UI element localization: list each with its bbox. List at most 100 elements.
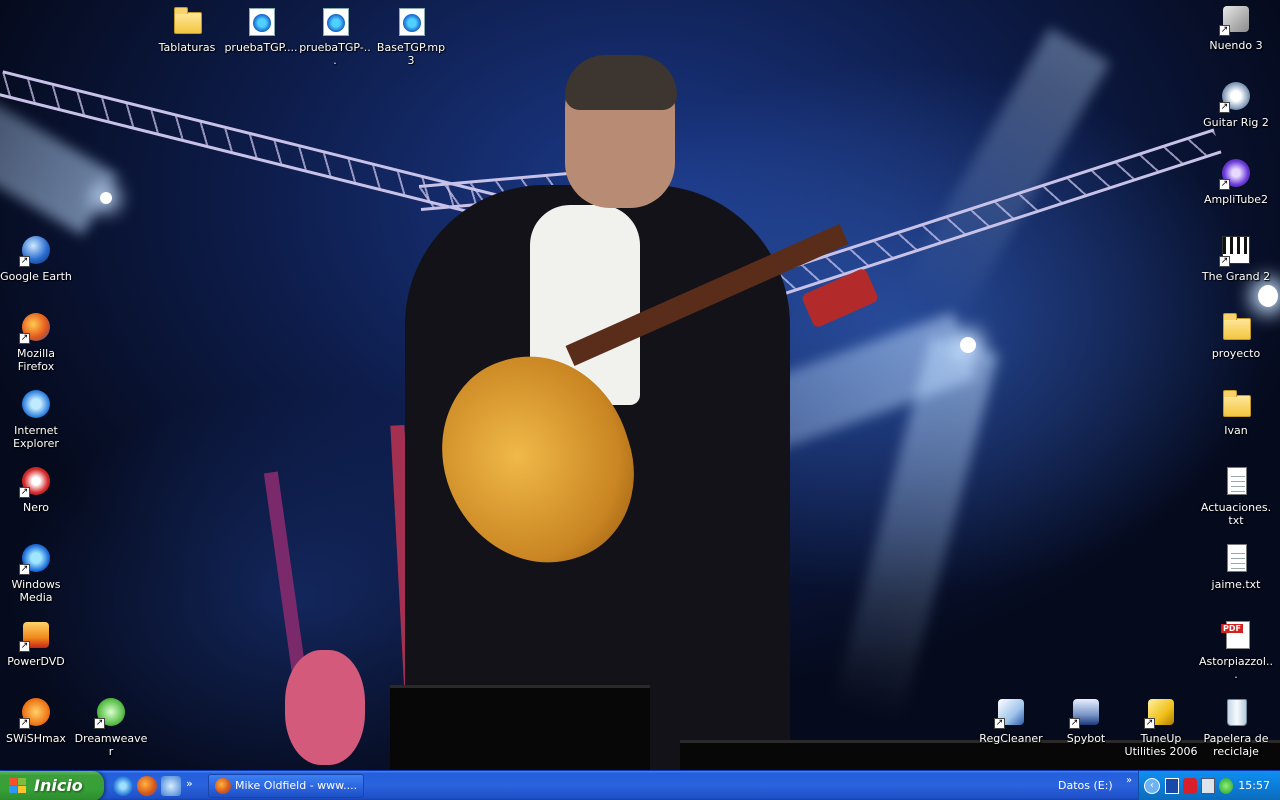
desktop-icon-basetgp[interactable]: BaseTGP.mp3 xyxy=(374,4,448,67)
window-title: Mike Oldfield - www.... xyxy=(235,779,358,792)
icon-label: SWiSHmax xyxy=(6,732,66,745)
desktop-icon-powerdvd[interactable]: ↗ PowerDVD xyxy=(0,618,73,668)
shortcut-arrow-icon: ↗ xyxy=(19,641,30,652)
text-file-icon xyxy=(1227,544,1247,572)
stage-light xyxy=(100,192,112,204)
icon-label: Mozilla Firefox xyxy=(17,347,55,373)
desktop-icon-dreamweaver[interactable]: ↗ Dreamweaver xyxy=(74,695,148,758)
start-label: Inicio xyxy=(34,776,83,795)
icon-label: Windows Media xyxy=(11,578,61,604)
shortcut-arrow-icon: ↗ xyxy=(19,564,30,575)
desktop-icon-regcleaner[interactable]: ↗ RegCleaner xyxy=(974,695,1048,745)
icon-label: Dreamweaver xyxy=(74,732,148,758)
icon-label: Actuaciones.txt xyxy=(1200,501,1272,527)
tray-expand-button[interactable]: ‹ xyxy=(1144,778,1160,794)
media-file-icon xyxy=(399,8,425,36)
desktop-icon-actuaciones[interactable]: Actuaciones.txt xyxy=(1199,464,1273,527)
quicklaunch-firefox-icon[interactable] xyxy=(137,776,157,796)
desktop-icon-pruebatgp-1[interactable]: pruebaTGP.... xyxy=(224,4,298,54)
shortcut-arrow-icon: ↗ xyxy=(1219,179,1230,190)
icon-label: Guitar Rig 2 xyxy=(1203,116,1269,129)
stage-light xyxy=(1258,285,1278,307)
desktop-icon-tablaturas[interactable]: Tablaturas xyxy=(150,4,224,54)
icon-label: BaseTGP.mp3 xyxy=(376,41,446,67)
shortcut-arrow-icon: ↗ xyxy=(1219,25,1230,36)
quicklaunch-ie-icon[interactable] xyxy=(113,776,133,796)
desktop-icon-astorpiazzola[interactable]: PDF Astorpiazzol... xyxy=(1199,618,1273,681)
folder-icon xyxy=(1223,313,1251,340)
desktop-icon-tuneup[interactable]: ↗ TuneUp Utilities 2006 xyxy=(1124,695,1198,758)
desktop-icon-internet-explorer[interactable]: Internet Explorer xyxy=(0,387,73,450)
performer-hair xyxy=(565,55,677,110)
icon-label: Tablaturas xyxy=(158,41,216,54)
stage-monitor xyxy=(390,685,650,770)
desktop-icon-swishmax[interactable]: ↗ SWiSHmax xyxy=(0,695,73,745)
desktop-icon-proyecto[interactable]: proyecto xyxy=(1199,310,1273,360)
system-tray: ‹ 15:57 xyxy=(1138,771,1280,800)
shortcut-arrow-icon: ↗ xyxy=(1144,718,1155,729)
icon-label: Ivan xyxy=(1224,424,1248,437)
icon-label: RegCleaner xyxy=(979,732,1043,745)
quicklaunch-outlook-icon[interactable] xyxy=(161,776,181,796)
desktop-icon-google-earth[interactable]: ↗ Google Earth xyxy=(0,233,73,283)
quicklaunch-more-button[interactable]: » xyxy=(186,777,193,790)
taskbar: Inicio » Mike Oldfield - www.... Datos (… xyxy=(0,770,1280,800)
icon-label: proyecto xyxy=(1211,347,1261,360)
taskbar-window-button[interactable]: Mike Oldfield - www.... xyxy=(208,774,364,798)
start-button[interactable]: Inicio xyxy=(0,771,104,800)
icon-label: Nuendo 3 xyxy=(1209,39,1263,52)
windows-logo-icon xyxy=(9,778,27,794)
desktop-icon-ivan[interactable]: Ivan xyxy=(1199,387,1273,437)
desktop-icon-nero[interactable]: ↗ Nero xyxy=(0,464,73,514)
stage-light xyxy=(960,337,976,353)
tray-monitor-icon[interactable] xyxy=(1201,778,1215,794)
internet-explorer-icon xyxy=(22,390,50,418)
desktop-icon-spybot[interactable]: ↗ Spybot xyxy=(1049,695,1123,745)
icon-label: AmpliTube2 xyxy=(1203,193,1269,206)
tray-app-icon[interactable] xyxy=(1165,778,1179,794)
desktop-wallpaper xyxy=(0,0,1280,770)
shortcut-arrow-icon: ↗ xyxy=(994,718,1005,729)
background-guitar-body xyxy=(285,650,365,765)
shortcut-arrow-icon: ↗ xyxy=(1219,256,1230,267)
icon-label: Nero xyxy=(22,501,49,514)
icon-label: Astorpiazzol... xyxy=(1199,655,1273,681)
shortcut-arrow-icon: ↗ xyxy=(19,333,30,344)
icon-label: Papelera de reciclaje xyxy=(1203,732,1269,758)
desktop-icon-nuendo[interactable]: ↗ Nuendo 3 xyxy=(1199,2,1273,52)
drive-toolbar-label[interactable]: Datos (E:) xyxy=(1058,779,1113,792)
icon-label: pruebaTGP.... xyxy=(224,41,298,54)
desktop-icon-the-grand[interactable]: ↗ The Grand 2 xyxy=(1199,233,1273,283)
desktop-icon-pruebatgp-2[interactable]: pruebaTGP-... xyxy=(298,4,372,67)
folder-icon xyxy=(174,7,202,34)
shortcut-arrow-icon: ↗ xyxy=(19,487,30,498)
media-file-icon xyxy=(249,8,275,36)
shortcut-arrow-icon: ↗ xyxy=(19,718,30,729)
desktop-icon-windows-media[interactable]: ↗ Windows Media xyxy=(0,541,73,604)
icon-label: Spybot xyxy=(1066,732,1106,745)
icon-label: pruebaTGP-... xyxy=(299,41,371,67)
media-file-icon xyxy=(323,8,349,36)
recycle-bin-icon xyxy=(1227,699,1247,726)
toolbar-more-button[interactable]: » xyxy=(1126,775,1132,786)
tray-network-icon[interactable] xyxy=(1219,778,1233,794)
icon-label: PowerDVD xyxy=(7,655,65,668)
desktop-icon-recycle-bin[interactable]: Papelera de reciclaje xyxy=(1199,695,1273,758)
shortcut-arrow-icon: ↗ xyxy=(1069,718,1080,729)
text-file-icon xyxy=(1227,467,1247,495)
desktop-icon-guitar-rig[interactable]: ↗ Guitar Rig 2 xyxy=(1199,79,1273,129)
icon-label: Internet Explorer xyxy=(13,424,59,450)
shortcut-arrow-icon: ↗ xyxy=(1219,102,1230,113)
icon-label: Google Earth xyxy=(0,270,72,283)
desktop-icon-amplitube[interactable]: ↗ AmpliTube2 xyxy=(1199,156,1273,206)
icon-label: jaime.txt xyxy=(1211,578,1261,591)
shortcut-arrow-icon: ↗ xyxy=(94,718,105,729)
clock[interactable]: 15:57 xyxy=(1238,779,1270,792)
shortcut-arrow-icon: ↗ xyxy=(19,256,30,267)
icon-label: TuneUp Utilities 2006 xyxy=(1124,732,1198,758)
desktop-icon-firefox[interactable]: ↗ Mozilla Firefox xyxy=(0,310,73,373)
firefox-icon xyxy=(215,778,231,794)
desktop-icon-jaime[interactable]: jaime.txt xyxy=(1199,541,1273,591)
folder-icon xyxy=(1223,390,1251,417)
tray-antivirus-icon[interactable] xyxy=(1183,778,1197,794)
